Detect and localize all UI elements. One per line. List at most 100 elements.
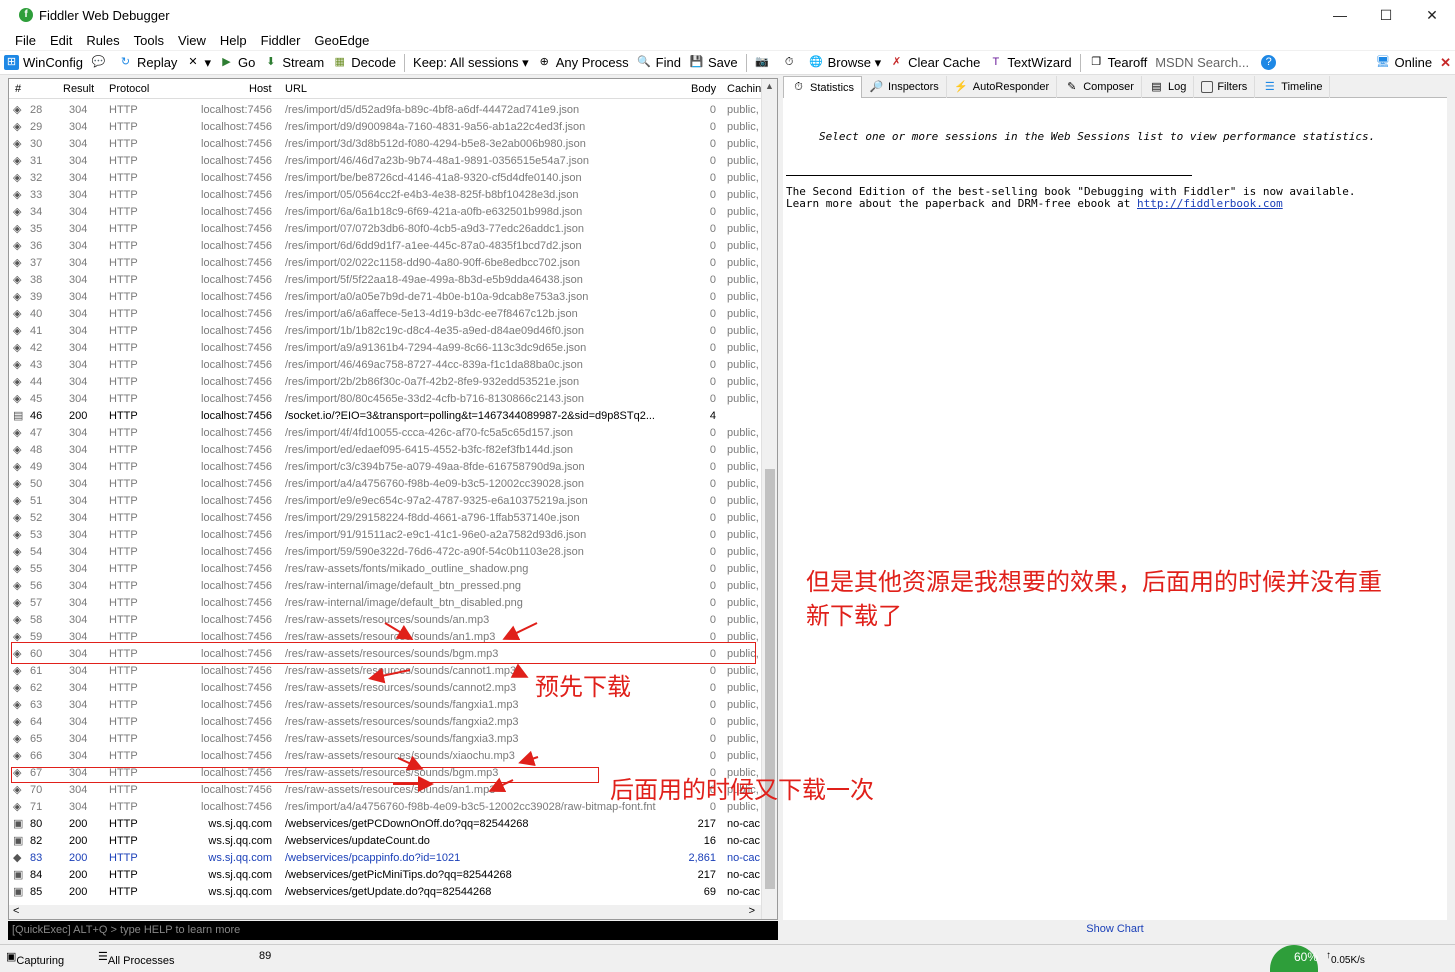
session-row[interactable]: ▣ 84 200 HTTP ws.sj.qq.com/webservices/getPi… (9, 867, 761, 884)
session-row[interactable]: ◈ 33 304 HTTP localhost:7456/res/import/05/0… (9, 187, 761, 204)
session-row[interactable]: ▣ 85 200 HTTP ws.sj.qq.com/webservices/getUp… (9, 884, 761, 901)
help-button[interactable]: ? (1257, 55, 1284, 70)
session-row[interactable]: ◈ 62 304 HTTP localhost:7456/res/raw-assets/… (9, 680, 761, 697)
session-row[interactable]: ◈ 58 304 HTTP localhost:7456/res/raw-assets/… (9, 612, 761, 629)
session-row[interactable]: ◈ 51 304 HTTP localhost:7456/res/import/e9/e… (9, 493, 761, 510)
session-row[interactable]: ◈ 56 304 HTTP localhost:7456/res/raw-interna… (9, 578, 761, 595)
session-row[interactable]: ◈ 43 304 HTTP localhost:7456/res/import/46/4… (9, 357, 761, 374)
comment-button[interactable]: 💬 (87, 55, 114, 70)
scrollbar-thumb[interactable] (765, 469, 775, 889)
session-row[interactable]: ◆ 83 200 HTTP ws.sj.qq.com/webservices/pcapp… (9, 850, 761, 867)
msdn-search-input[interactable]: MSDN Search... (1151, 55, 1257, 70)
go-button[interactable]: ▶ Go (215, 55, 259, 70)
close-button[interactable]: ✕ (1409, 0, 1455, 30)
lightning-icon: ⚡ (954, 80, 969, 93)
capturing-indicator[interactable]: ▣ Capturing (6, 950, 64, 967)
minimize-button[interactable]: — (1317, 0, 1363, 30)
remove-button[interactable]: ✕ ▾ (181, 55, 215, 71)
online-status[interactable]: 🖥 Online (1372, 55, 1437, 70)
scroll-up-icon[interactable]: ▲ (762, 81, 777, 91)
scroll-left-icon[interactable]: < (13, 905, 19, 917)
session-row[interactable]: ◈ 34 304 HTTP localhost:7456/res/import/6a/6… (9, 204, 761, 221)
session-row[interactable]: ◈ 50 304 HTTP localhost:7456/res/import/a4/a… (9, 476, 761, 493)
any-process-button[interactable]: ⊕ Any Process (533, 55, 633, 70)
session-row[interactable]: ◈ 54 304 HTTP localhost:7456/res/import/59/5… (9, 544, 761, 561)
session-row[interactable]: ▤ 46 200 HTTP localhost:7456/socket.io/?EIO=… (9, 408, 761, 425)
session-row[interactable]: ◈ 36 304 HTTP localhost:7456/res/import/6d/6… (9, 238, 761, 255)
session-row[interactable]: ◈ 66 304 HTTP localhost:7456/res/raw-assets/… (9, 748, 761, 765)
session-row[interactable]: ◈ 30 304 HTTP localhost:7456/res/import/3d/3… (9, 136, 761, 153)
session-row[interactable]: ◈ 28 304 HTTP localhost:7456/res/import/d5/d… (9, 102, 761, 119)
session-row[interactable]: ◈ 53 304 HTTP localhost:7456/res/import/91/9… (9, 527, 761, 544)
session-row[interactable]: ◈ 40 304 HTTP localhost:7456/res/import/a6/a… (9, 306, 761, 323)
keep-sessions-dropdown[interactable]: Keep: All sessions ▾ (409, 55, 533, 71)
find-button[interactable]: 🔍 Find (633, 55, 685, 70)
show-chart-link[interactable]: Show Chart (783, 920, 1447, 940)
menu-geoedge[interactable]: GeoEdge (307, 33, 376, 48)
session-row[interactable]: ◈ 52 304 HTTP localhost:7456/res/import/29/2… (9, 510, 761, 527)
session-row[interactable]: ◈ 29 304 HTTP localhost:7456/res/import/d9/d… (9, 119, 761, 136)
session-row[interactable]: ◈ 64 304 HTTP localhost:7456/res/raw-assets/… (9, 714, 761, 731)
session-row[interactable]: ◈ 65 304 HTTP localhost:7456/res/raw-assets/… (9, 731, 761, 748)
session-row[interactable]: ◈ 42 304 HTTP localhost:7456/res/import/a9/a… (9, 340, 761, 357)
menu-file[interactable]: File (8, 33, 43, 48)
session-row[interactable]: ◈ 35 304 HTTP localhost:7456/res/import/07/0… (9, 221, 761, 238)
decode-button[interactable]: ▦ Decode (328, 55, 400, 70)
maximize-button[interactable]: ☐ (1363, 0, 1409, 30)
menu-view[interactable]: View (171, 33, 213, 48)
session-row[interactable]: ▣ 80 200 HTTP ws.sj.qq.com/webservices/getPC… (9, 816, 761, 833)
winconfig-button[interactable]: ⊞ WinConfig (0, 55, 87, 70)
tab-inspectors[interactable]: 🔎 Inspectors (862, 76, 947, 98)
close-toolbar-icon[interactable]: ✕ (1436, 55, 1455, 71)
browse-button[interactable]: 🌐 Browse ▾ (805, 55, 886, 71)
tab-autoresponder[interactable]: ⚡ AutoResponder (947, 76, 1058, 98)
menu-edit[interactable]: Edit (43, 33, 79, 48)
menu-tools[interactable]: Tools (127, 33, 171, 48)
fiddlerbook-link[interactable]: http://fiddlerbook.com (1137, 197, 1283, 210)
col-body-header[interactable]: Body (691, 83, 716, 95)
stream-button[interactable]: ⬇ Stream (259, 55, 328, 70)
tearoff-button[interactable]: ❐ Tearoff (1085, 55, 1152, 70)
col-num-header[interactable]: # (15, 83, 21, 95)
session-row[interactable]: ◈ 47 304 HTTP localhost:7456/res/import/4f/4… (9, 425, 761, 442)
session-row[interactable]: ◈ 48 304 HTTP localhost:7456/res/import/ed/e… (9, 442, 761, 459)
col-caching-header[interactable]: Cachin (727, 83, 761, 95)
quickexec-input[interactable]: [QuickExec] ALT+Q > type HELP to learn m… (8, 921, 778, 940)
process-filter[interactable]: ☰ All Processes (98, 950, 175, 967)
session-row[interactable]: ◈ 38 304 HTTP localhost:7456/res/import/5f/5… (9, 272, 761, 289)
col-protocol-header[interactable]: Protocol (109, 83, 149, 95)
tab-statistics[interactable]: ⏱ Statistics (783, 76, 863, 98)
col-result-header[interactable]: Result (63, 83, 94, 95)
timer-button[interactable]: ⏱ (778, 55, 805, 70)
tab-composer[interactable]: ✎ Composer (1057, 76, 1142, 98)
scroll-right-icon[interactable]: > (749, 905, 755, 917)
session-row[interactable]: ◈ 63 304 HTTP localhost:7456/res/raw-assets/… (9, 697, 761, 714)
session-row[interactable]: ◈ 49 304 HTTP localhost:7456/res/import/c3/c… (9, 459, 761, 476)
session-row[interactable]: ◈ 61 304 HTTP localhost:7456/res/raw-assets/… (9, 663, 761, 680)
menu-fiddler[interactable]: Fiddler (254, 33, 308, 48)
textwizard-button[interactable]: T TextWizard (984, 55, 1075, 70)
session-caching: public, (727, 529, 759, 541)
save-button[interactable]: 💾 Save (685, 55, 742, 70)
col-host-header[interactable]: Host (249, 83, 272, 95)
menu-help[interactable]: Help (213, 33, 254, 48)
session-row[interactable]: ◈ 45 304 HTTP localhost:7456/res/import/80/8… (9, 391, 761, 408)
session-row[interactable]: ◈ 44 304 HTTP localhost:7456/res/import/2b/2… (9, 374, 761, 391)
tab-timeline[interactable]: ☰ Timeline (1255, 76, 1331, 98)
horizontal-scrollbar[interactable]: < > (9, 905, 761, 919)
session-row[interactable]: ◈ 31 304 HTTP localhost:7456/res/import/46/4… (9, 153, 761, 170)
screenshot-button[interactable]: 📷 (751, 55, 778, 70)
clear-cache-button[interactable]: ✗ Clear Cache (885, 55, 984, 70)
session-row[interactable]: ▣ 82 200 HTTP ws.sj.qq.com/webservices/updat… (9, 833, 761, 850)
tab-log[interactable]: ▤ Log (1142, 76, 1195, 98)
session-row[interactable]: ◈ 55 304 HTTP localhost:7456/res/raw-assets/… (9, 561, 761, 578)
session-row[interactable]: ◈ 57 304 HTTP localhost:7456/res/raw-interna… (9, 595, 761, 612)
session-row[interactable]: ◈ 37 304 HTTP localhost:7456/res/import/02/0… (9, 255, 761, 272)
session-row[interactable]: ◈ 39 304 HTTP localhost:7456/res/import/a0/a… (9, 289, 761, 306)
col-url-header[interactable]: URL (285, 83, 307, 95)
tab-filters[interactable]: Filters (1194, 76, 1256, 98)
session-row[interactable]: ◈ 32 304 HTTP localhost:7456/res/import/be/b… (9, 170, 761, 187)
session-row[interactable]: ◈ 41 304 HTTP localhost:7456/res/import/1b/1… (9, 323, 761, 340)
replay-button[interactable]: ↻ Replay (114, 55, 181, 70)
menu-rules[interactable]: Rules (79, 33, 126, 48)
